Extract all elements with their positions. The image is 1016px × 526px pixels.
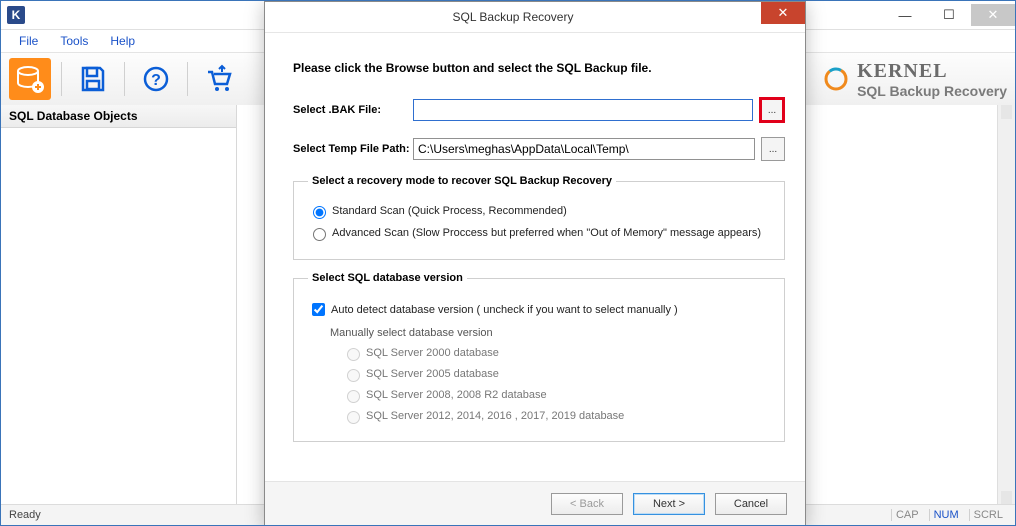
bak-browse-button[interactable]: ... (759, 97, 785, 123)
cart-icon (204, 64, 234, 94)
temp-path-input[interactable] (413, 138, 755, 160)
standard-scan-option[interactable]: Standard Scan (Quick Process, Recommende… (308, 203, 770, 219)
temp-path-label: Select Temp File Path: (293, 143, 413, 155)
help-icon: ? (142, 65, 170, 93)
close-button[interactable]: ✕ (971, 4, 1015, 26)
status-text: Ready (9, 509, 41, 521)
advanced-scan-label: Advanced Scan (Slow Proccess but preferr… (332, 227, 761, 239)
version-radio[interactable] (347, 390, 360, 403)
brand: KERNEL SQL Backup Recovery (823, 60, 1007, 99)
dialog-title: SQL Backup Recovery (265, 10, 761, 24)
vertical-scrollbar[interactable] (997, 105, 1015, 505)
version-option-2012plus[interactable]: SQL Server 2012, 2014, 2016 , 2017, 2019… (342, 408, 770, 424)
scrl-indicator: SCRL (969, 509, 1007, 521)
svg-text:?: ? (151, 72, 161, 89)
version-radio[interactable] (347, 348, 360, 361)
standard-scan-label: Standard Scan (Quick Process, Recommende… (332, 205, 567, 217)
brand-icon (823, 66, 849, 92)
version-radio[interactable] (347, 411, 360, 424)
version-radio[interactable] (347, 369, 360, 382)
bak-file-label: Select .BAK File: (293, 104, 413, 116)
save-button[interactable] (72, 58, 114, 100)
num-indicator: NUM (929, 509, 963, 521)
toolbar-separator (187, 62, 188, 96)
left-pane: SQL Database Objects (1, 105, 237, 505)
version-label: SQL Server 2005 database (366, 368, 499, 380)
standard-scan-radio[interactable] (313, 206, 326, 219)
dialog-titlebar: SQL Backup Recovery ✕ (265, 2, 805, 33)
app-icon: K (7, 6, 25, 24)
dialog-close-button[interactable]: ✕ (761, 2, 805, 24)
buy-button[interactable] (198, 58, 240, 100)
menu-help[interactable]: Help (102, 32, 143, 50)
advanced-scan-option[interactable]: Advanced Scan (Slow Proccess but preferr… (308, 225, 770, 241)
bak-file-input[interactable] (413, 99, 753, 121)
manual-select-label: Manually select database version (330, 327, 770, 339)
version-option-2005[interactable]: SQL Server 2005 database (342, 366, 770, 382)
brand-product: SQL Backup Recovery (857, 83, 1007, 99)
window-controls: — ☐ ✕ (883, 4, 1015, 26)
menu-file[interactable]: File (11, 32, 46, 50)
recovery-mode-group: Select a recovery mode to recover SQL Ba… (293, 175, 785, 260)
toolbar-separator (61, 62, 62, 96)
dialog-body: Please click the Browse button and selec… (265, 33, 805, 442)
auto-detect-checkbox[interactable] (312, 303, 325, 316)
help-button[interactable]: ? (135, 58, 177, 100)
db-version-group: Select SQL database version Auto detect … (293, 272, 785, 442)
cancel-button[interactable]: Cancel (715, 493, 787, 515)
left-pane-header: SQL Database Objects (1, 105, 236, 128)
maximize-button[interactable]: ☐ (927, 4, 971, 26)
advanced-scan-radio[interactable] (313, 228, 326, 241)
save-icon (79, 65, 107, 93)
version-option-2008[interactable]: SQL Server 2008, 2008 R2 database (342, 387, 770, 403)
db-version-legend: Select SQL database version (308, 272, 467, 284)
caps-indicator: CAP (891, 509, 923, 521)
version-label: SQL Server 2000 database (366, 347, 499, 359)
left-pane-body (1, 128, 236, 505)
recovery-mode-legend: Select a recovery mode to recover SQL Ba… (308, 175, 616, 187)
version-label: SQL Server 2012, 2014, 2016 , 2017, 2019… (366, 410, 624, 422)
database-add-icon (15, 64, 45, 94)
version-label: SQL Server 2008, 2008 R2 database (366, 389, 547, 401)
next-button[interactable]: Next > (633, 493, 705, 515)
main-window: K — ☐ ✕ File Tools Help ? KERNEL (0, 0, 1016, 526)
open-button[interactable] (9, 58, 51, 100)
minimize-button[interactable]: — (883, 4, 927, 26)
auto-detect-option[interactable]: Auto detect database version ( uncheck i… (308, 300, 770, 319)
toolbar-separator (124, 62, 125, 96)
auto-detect-label: Auto detect database version ( uncheck i… (331, 304, 678, 316)
dialog-buttons: < Back Next > Cancel (265, 481, 805, 526)
brand-name: KERNEL (857, 60, 1007, 83)
sql-backup-recovery-dialog: SQL Backup Recovery ✕ Please click the B… (264, 1, 806, 526)
version-option-2000[interactable]: SQL Server 2000 database (342, 345, 770, 361)
dialog-instruction: Please click the Browse button and selec… (293, 61, 785, 75)
bak-file-row: Select .BAK File: ... (293, 97, 785, 123)
temp-browse-button[interactable]: ... (761, 137, 785, 161)
temp-path-row: Select Temp File Path: ... (293, 137, 785, 161)
menu-tools[interactable]: Tools (52, 32, 96, 50)
back-button[interactable]: < Back (551, 493, 623, 515)
status-indicators: CAP NUM SCRL (891, 509, 1007, 521)
